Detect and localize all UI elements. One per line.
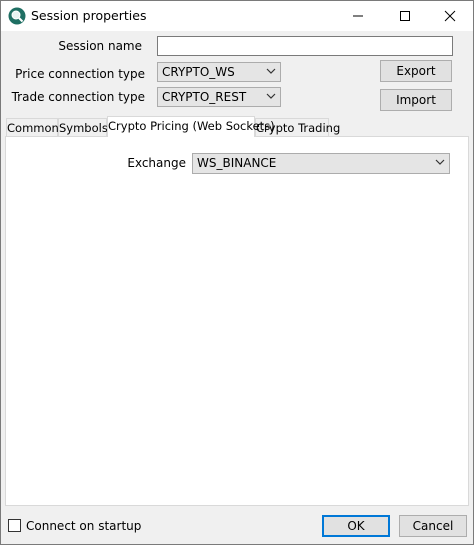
connect-on-startup-label: Connect on startup xyxy=(26,519,142,533)
maximize-button[interactable] xyxy=(382,1,428,31)
tab-common[interactable]: Common xyxy=(6,118,59,136)
window-title: Session properties xyxy=(31,8,147,23)
title-bar[interactable]: Session properties xyxy=(1,1,473,31)
session-name-input[interactable] xyxy=(157,36,453,56)
cancel-button[interactable]: Cancel xyxy=(399,515,467,537)
minimize-icon xyxy=(353,15,363,17)
minimize-button[interactable] xyxy=(335,1,381,31)
close-icon xyxy=(444,10,456,22)
chevron-down-icon xyxy=(435,159,445,165)
export-button[interactable]: Export xyxy=(380,60,452,82)
maximize-icon xyxy=(400,11,410,21)
tab-panel-crypto-pricing: Exchange WS_BINANCE xyxy=(5,136,469,506)
chevron-down-icon xyxy=(266,93,276,99)
exchange-label: Exchange xyxy=(127,156,186,170)
tab-crypto-pricing[interactable]: Crypto Pricing (Web Sockets) xyxy=(107,116,275,137)
session-name-label: Session name xyxy=(58,39,142,53)
trade-connection-type-label: Trade connection type xyxy=(11,90,145,104)
connect-on-startup-checkbox[interactable] xyxy=(8,519,21,532)
tab-symbols[interactable]: Symbols xyxy=(58,118,108,136)
close-button[interactable] xyxy=(427,1,473,31)
ok-button[interactable]: OK xyxy=(322,515,390,537)
chevron-down-icon xyxy=(266,68,276,74)
price-connection-type-label: Price connection type xyxy=(15,67,145,81)
trade-connection-type-value: CRYPTO_REST xyxy=(162,90,247,104)
price-connection-type-select[interactable]: CRYPTO_WS xyxy=(157,62,281,82)
import-button[interactable]: Import xyxy=(380,89,452,111)
exchange-select[interactable]: WS_BINANCE xyxy=(192,153,450,174)
trade-connection-type-select[interactable]: CRYPTO_REST xyxy=(157,87,281,107)
exchange-value: WS_BINANCE xyxy=(197,156,277,170)
price-connection-type-value: CRYPTO_WS xyxy=(162,65,235,79)
app-magnifier-icon xyxy=(8,7,26,25)
session-properties-window: Session properties Session name Price co… xyxy=(0,0,474,545)
